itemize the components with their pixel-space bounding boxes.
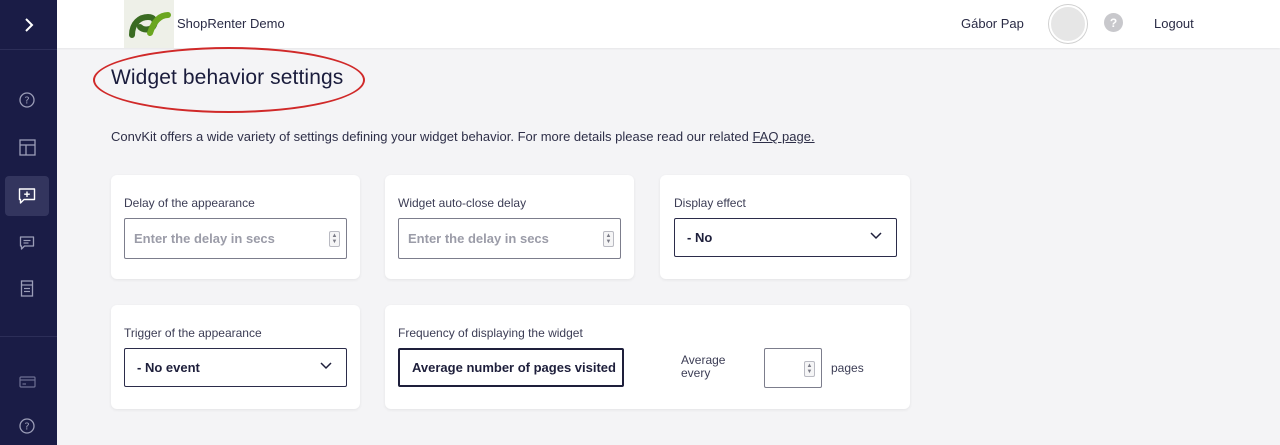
logout-link[interactable]: Logout — [1154, 16, 1194, 31]
help-icon[interactable]: ? — [1104, 13, 1123, 32]
avatar[interactable] — [1049, 5, 1087, 43]
trigger-label: Trigger of the appearance — [124, 326, 262, 340]
display-effect-label: Display effect — [674, 196, 746, 210]
delay-input[interactable]: Enter the delay in secs ▲ ▼ — [124, 218, 347, 259]
sidebar-item-widgets[interactable] — [5, 176, 49, 216]
trigger-select[interactable]: - No event — [124, 348, 347, 387]
help-circle-icon: ? — [19, 92, 35, 108]
pages-label: pages — [831, 361, 864, 375]
page-title: Widget behavior settings — [111, 66, 344, 89]
svg-text:?: ? — [24, 96, 29, 107]
average-every-label: Average every — [681, 354, 725, 380]
chevron-down-icon — [870, 232, 882, 240]
chat-icon — [19, 236, 35, 250]
average-label-line1: Average — [681, 353, 726, 367]
sidebar-item-messages[interactable] — [5, 223, 49, 263]
shop-name[interactable]: ShopRenter Demo — [177, 16, 285, 31]
auto-close-input[interactable]: Enter the delay in secs ▲ ▼ — [398, 218, 621, 259]
credit-card-icon — [18, 376, 36, 388]
delay-label: Delay of the appearance — [124, 196, 255, 210]
auto-close-label: Widget auto-close delay — [398, 196, 527, 210]
sidebar-item-templates[interactable] — [5, 127, 49, 167]
average-label-line2: every — [681, 366, 711, 380]
frequency-value: Average number of pages visited — [412, 360, 616, 375]
chevron-down-icon — [320, 362, 332, 370]
help-circle-icon: ? — [19, 418, 35, 434]
faq-link[interactable]: FAQ page. — [752, 129, 814, 144]
trigger-value: - No event — [137, 360, 200, 375]
layout-icon — [18, 138, 36, 156]
auto-close-input-placeholder: Enter the delay in secs — [408, 231, 549, 246]
sidebar-item-support[interactable]: ? — [5, 406, 49, 445]
sidebar-item-billing[interactable] — [5, 362, 49, 402]
sidebar-item-reports[interactable] — [5, 268, 49, 308]
svg-text:?: ? — [24, 422, 29, 433]
shoprenter-logo-icon — [129, 12, 171, 38]
chevron-right-icon — [24, 17, 33, 32]
frequency-label: Frequency of displaying the widget — [398, 326, 583, 340]
sidebar-item-help[interactable]: ? — [5, 80, 49, 120]
display-effect-value: - No — [687, 230, 713, 245]
intro-text: ConvKit offers a wide variety of setting… — [111, 129, 815, 144]
document-icon — [20, 279, 34, 297]
frequency-select[interactable]: Average number of pages visited — [398, 348, 624, 387]
user-name[interactable]: Gábor Pap — [961, 16, 1024, 31]
sidebar: ? ? — [0, 0, 57, 445]
sidebar-expand-button[interactable] — [0, 0, 57, 50]
number-spinner-icon[interactable]: ▲ ▼ — [804, 361, 815, 377]
delay-input-placeholder: Enter the delay in secs — [134, 231, 275, 246]
sidebar-divider — [0, 336, 57, 337]
display-effect-select[interactable]: - No — [674, 218, 897, 257]
top-header: ShopRenter Demo Gábor Pap ? Logout — [57, 0, 1280, 48]
shop-logo[interactable] — [124, 0, 174, 48]
message-plus-icon — [18, 188, 36, 204]
intro-text-body: ConvKit offers a wide variety of setting… — [111, 129, 753, 144]
pages-count-input[interactable]: ▲ ▼ — [764, 348, 822, 388]
number-spinner-icon[interactable]: ▲ ▼ — [603, 231, 614, 247]
number-spinner-icon[interactable]: ▲ ▼ — [329, 231, 340, 247]
